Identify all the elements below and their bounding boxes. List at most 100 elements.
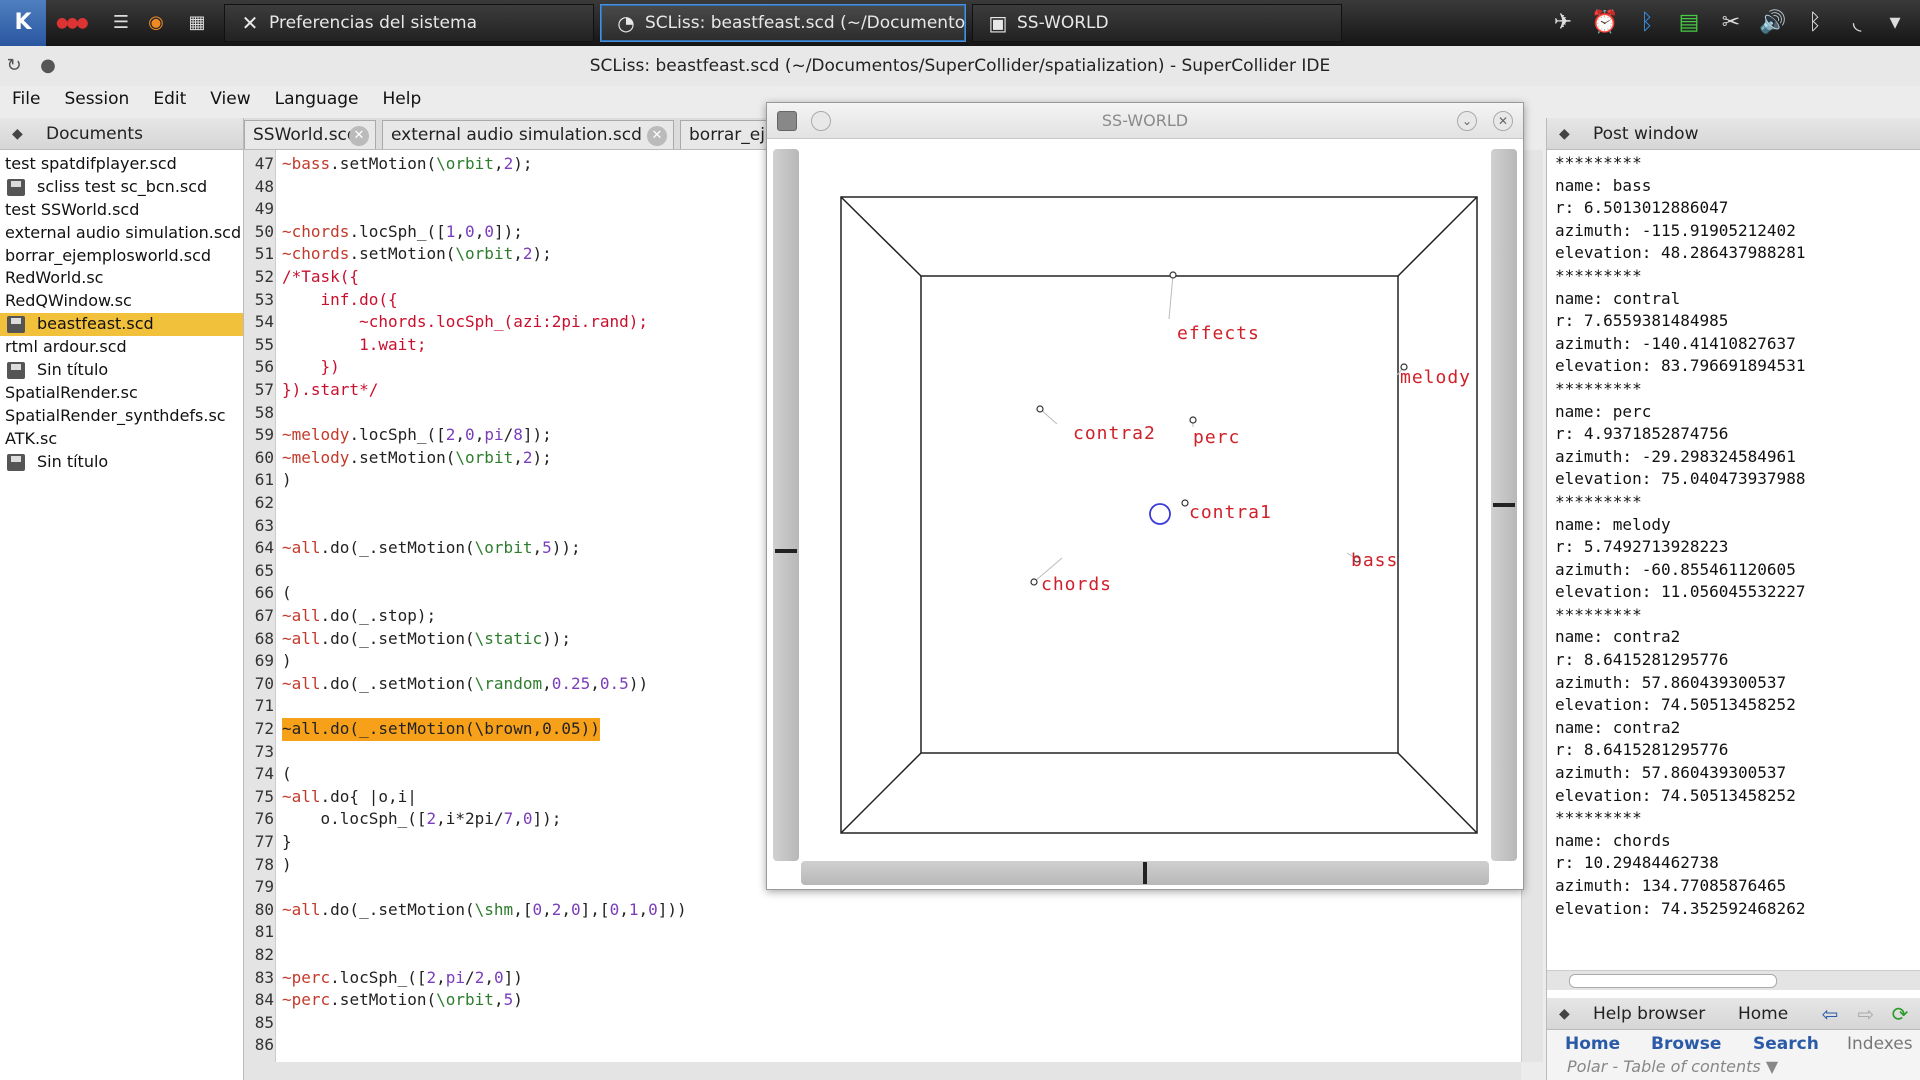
document-item[interactable]: external audio simulation.scd: [0, 222, 243, 245]
sound-object-dot[interactable]: [1169, 271, 1177, 279]
document-item[interactable]: Sin título: [0, 359, 243, 382]
code-line[interactable]: /*Task({: [282, 266, 359, 289]
sound-object-effects[interactable]: effects: [1168, 271, 1260, 344]
sound-object-chords[interactable]: chords: [1030, 557, 1112, 595]
close-icon[interactable]: ✕: [349, 126, 369, 146]
task-supercollider-ide[interactable]: ◔ SCLiss: beastfeast.scd (~/Documento: [600, 4, 966, 42]
window-menu-icon[interactable]: [777, 111, 797, 131]
document-item[interactable]: test SSWorld.scd: [0, 199, 243, 222]
code-line[interactable]: ~all.do(_.setMotion(\static));: [282, 628, 571, 651]
bluetooth-tray-icon[interactable]: ᛒ: [1800, 9, 1830, 37]
sound-object-contra2[interactable]: contra2: [1036, 405, 1156, 444]
bluetooth-icon[interactable]: ᛒ: [1632, 9, 1662, 37]
chevron-down-icon[interactable]: ▾: [1880, 9, 1910, 37]
panel-options-icon[interactable]: ◆: [1559, 998, 1570, 1030]
code-line[interactable]: ~perc.setMotion(\orbit,5): [282, 989, 523, 1012]
ss-world-canvas[interactable]: effects melody contra2 perc contra1 bass chord…: [767, 139, 1523, 889]
task-ss-world[interactable]: ▣ SS-WORLD: [972, 4, 1342, 42]
document-item[interactable]: SpatialRender_synthdefs.sc: [0, 405, 243, 428]
scroll-thumb[interactable]: [1569, 974, 1777, 988]
minimize-icon[interactable]: ⌄: [1457, 111, 1477, 131]
menu-help[interactable]: Help: [371, 86, 434, 112]
code-line[interactable]: ~all.do{ |o,i|: [282, 786, 417, 809]
list-icon[interactable]: ☰: [108, 10, 134, 36]
help-tab-indexes[interactable]: Indexes: [1847, 1032, 1913, 1056]
volume-icon[interactable]: 🔊: [1758, 9, 1788, 37]
document-item[interactable]: RedQWindow.sc: [0, 290, 243, 313]
close-icon[interactable]: ✕: [647, 126, 667, 146]
code-line[interactable]: ~all.do(_.setMotion(\shm,[0,2,0],[0,1,0]…: [282, 899, 687, 922]
document-item[interactable]: Sin título: [0, 451, 243, 474]
code-line[interactable]: ): [282, 854, 292, 877]
document-item[interactable]: test spatdifplayer.scd: [0, 153, 243, 176]
code-line[interactable]: }): [282, 356, 340, 379]
sound-object-dot[interactable]: [1030, 578, 1038, 586]
bottom-horizontal-slider[interactable]: [801, 861, 1489, 885]
task-system-preferences[interactable]: ✕ Preferencias del sistema: [224, 4, 594, 42]
code-line[interactable]: ): [282, 469, 292, 492]
back-arrow-icon[interactable]: ⇦: [1817, 1002, 1843, 1026]
post-horizontal-scrollbar[interactable]: [1547, 970, 1920, 990]
document-item[interactable]: beastfeast.scd: [0, 313, 243, 337]
help-home-button[interactable]: Home: [1738, 998, 1788, 1030]
help-tab-home[interactable]: Home: [1565, 1032, 1620, 1056]
code-line[interactable]: (: [282, 763, 292, 786]
panel-options-icon[interactable]: ◆: [12, 118, 23, 150]
code-line[interactable]: ~chords.setMotion(\orbit,2);: [282, 243, 552, 266]
firefox-icon[interactable]: ◉: [143, 10, 169, 36]
document-item[interactable]: scliss test sc_bcn.scd: [0, 176, 243, 199]
table-of-contents-dropdown[interactable]: Polar - Table of contents ▼: [1567, 1056, 1778, 1078]
refresh-icon[interactable]: ↻: [2, 54, 26, 78]
document-item[interactable]: rtml ardour.scd: [0, 336, 243, 359]
pin-icon[interactable]: [811, 111, 831, 131]
slider-handle[interactable]: [1143, 862, 1147, 884]
ss-world-title-bar[interactable]: SS-WORLD ⌄ ✕: [767, 103, 1523, 139]
code-line[interactable]: inf.do({: [282, 289, 398, 312]
pin-icon[interactable]: ●: [36, 54, 60, 78]
document-item[interactable]: RedWorld.sc: [0, 267, 243, 290]
code-line[interactable]: o.locSph_([2,i*2pi/7,0]);: [282, 808, 562, 831]
code-line[interactable]: ~perc.locSph_([2,pi/2,0]): [282, 967, 523, 990]
editor-horizontal-scrollbar[interactable]: [244, 1062, 1521, 1080]
code-line[interactable]: }).start*/: [282, 379, 378, 402]
chat-icon[interactable]: ▤: [1674, 9, 1704, 37]
document-item[interactable]: SpatialRender.sc: [0, 382, 243, 405]
code-line[interactable]: ~all.do(_.stop);: [282, 605, 436, 628]
send-icon[interactable]: ✈: [1548, 9, 1578, 37]
sound-object-contra1[interactable]: contra1: [1181, 499, 1272, 523]
sound-object-dot[interactable]: [1189, 416, 1197, 424]
code-line[interactable]: ~chords.locSph_(azi:2pi.rand);: [282, 311, 648, 334]
help-tab-browse[interactable]: Browse: [1651, 1032, 1721, 1056]
code-line[interactable]: ~all.do(_.setMotion(\random,0.25,0.5)): [282, 673, 648, 696]
listener-marker[interactable]: [1149, 503, 1171, 525]
sound-object-dot[interactable]: [1181, 499, 1189, 507]
code-line[interactable]: ~bass.setMotion(\orbit,2);: [282, 153, 532, 176]
activity-dots-icon[interactable]: ●●●: [56, 10, 89, 36]
scissors-icon[interactable]: ✂: [1716, 9, 1746, 37]
menu-view[interactable]: View: [198, 86, 262, 112]
alarm-clock-icon[interactable]: ⏰: [1590, 9, 1620, 37]
document-item[interactable]: borrar_ejemplosworld.scd: [0, 245, 243, 268]
calendar-icon[interactable]: ▦: [184, 10, 210, 36]
reload-icon[interactable]: ⟳: [1887, 1002, 1913, 1026]
editor-vertical-scrollbar[interactable]: [1521, 150, 1543, 1062]
sound-object-perc[interactable]: perc: [1189, 416, 1240, 448]
network-icon[interactable]: ◟: [1842, 9, 1872, 37]
close-icon[interactable]: ✕: [1493, 111, 1513, 131]
menu-session[interactable]: Session: [52, 86, 141, 112]
document-item[interactable]: ATK.sc: [0, 428, 243, 451]
kde-logo-icon[interactable]: K: [0, 0, 46, 46]
menu-edit[interactable]: Edit: [141, 86, 198, 112]
code-line[interactable]: ~melody.setMotion(\orbit,2);: [282, 447, 552, 470]
code-line[interactable]: 1.wait;: [282, 334, 426, 357]
sound-object-dot[interactable]: [1036, 405, 1044, 413]
code-line[interactable]: (: [282, 582, 292, 605]
code-line[interactable]: ~all.do(_.setMotion(\orbit,5));: [282, 537, 581, 560]
tab-ssworld[interactable]: SSWorld.scd ✕: [244, 120, 376, 149]
menu-language[interactable]: Language: [263, 86, 371, 112]
code-line[interactable]: ~melody.locSph_([2,0,pi/8]);: [282, 424, 552, 447]
forward-arrow-icon[interactable]: ⇨: [1853, 1002, 1879, 1026]
help-tab-search[interactable]: Search: [1753, 1032, 1819, 1056]
highlighted-code-line[interactable]: ~all.do(_.setMotion(\brown,0.05)): [282, 718, 600, 741]
panel-options-icon[interactable]: ◆: [1559, 118, 1570, 150]
